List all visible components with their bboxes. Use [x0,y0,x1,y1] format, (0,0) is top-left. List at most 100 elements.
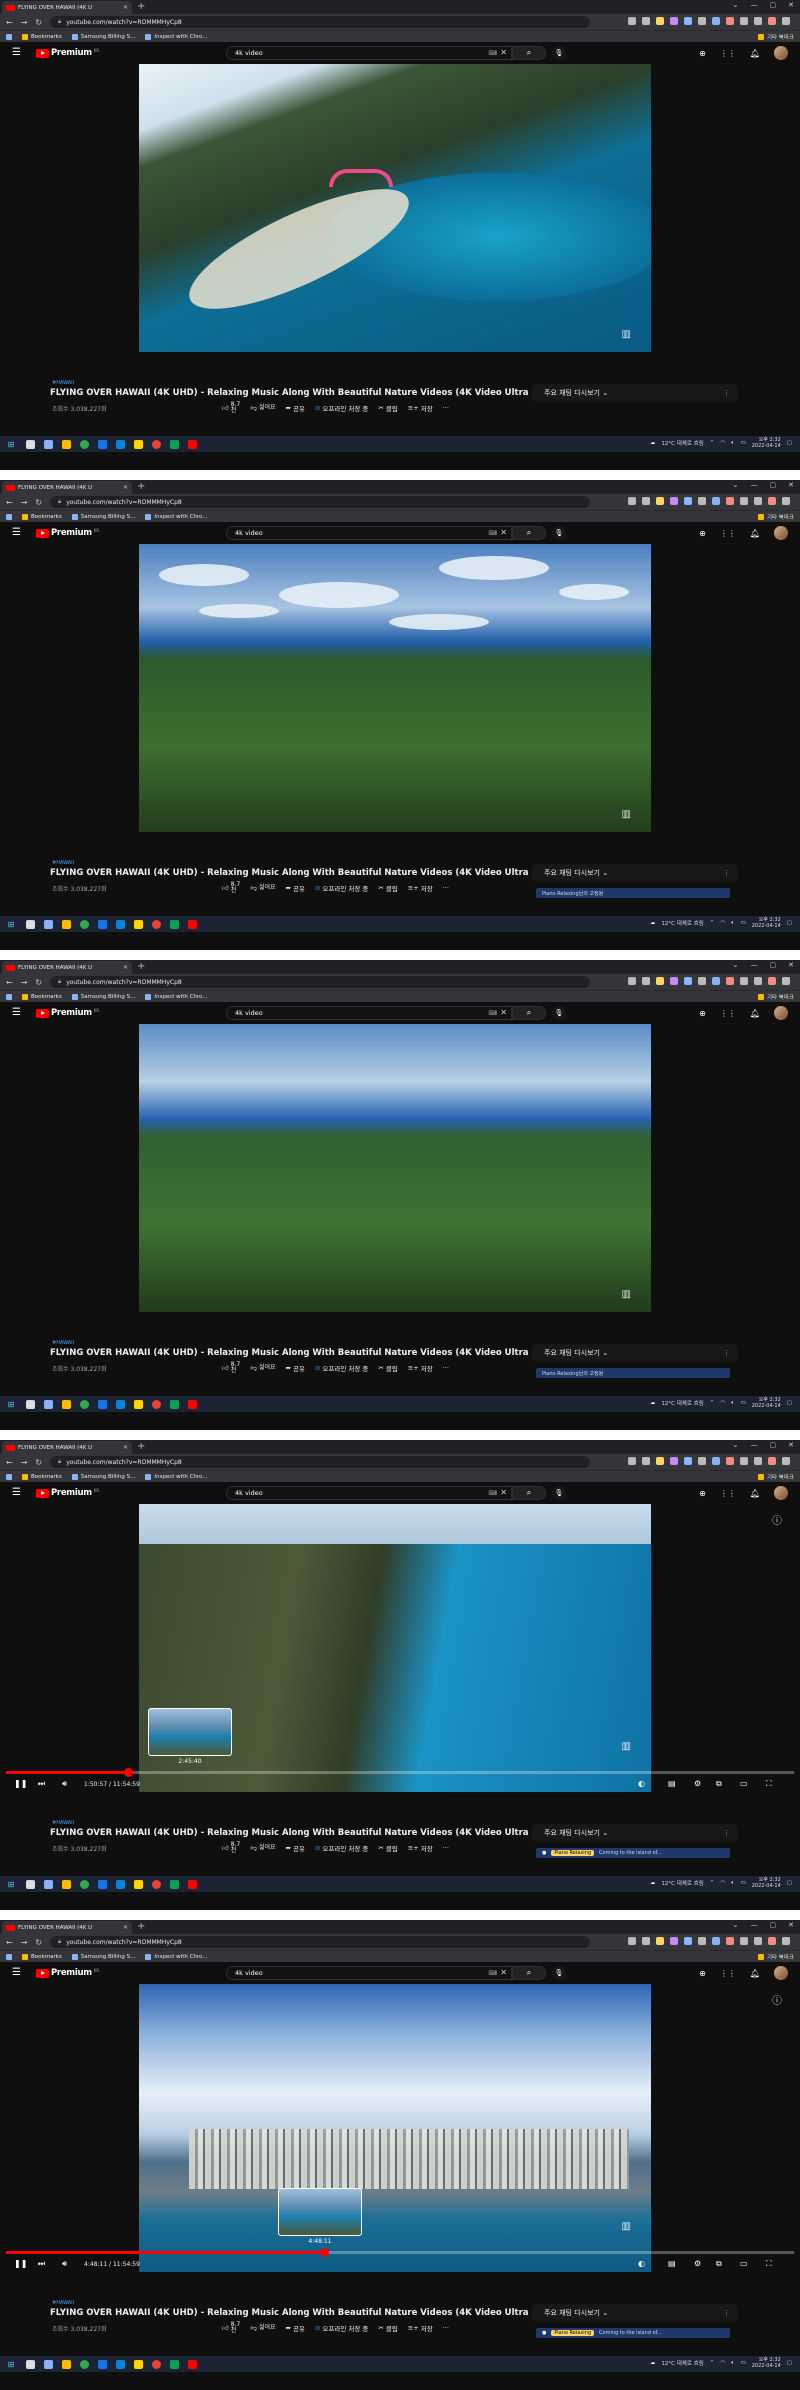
hashtag-link[interactable]: #HAWAII [52,2300,74,2306]
chevron-down-icon[interactable]: ⌄ [733,481,739,489]
create-video-icon[interactable]: ⊕ [699,49,706,58]
new-tab-button[interactable]: + [137,481,145,492]
avatar[interactable] [774,526,788,540]
video-player[interactable]: ▥ [139,1024,651,1312]
shield-icon[interactable] [98,1879,107,1889]
like-button[interactable]: 👍︎ 8.7 천 [222,2322,240,2334]
bookmark-item[interactable]: Samsung Billing S... [71,33,135,40]
extension-icon[interactable] [684,1457,692,1465]
download-button[interactable]: ⊙ 오프라인 저장 중 [315,403,368,413]
tray-chevron-icon[interactable]: ⌃ [710,1880,715,1886]
notifications-bell-icon[interactable]: 🔔︎ [750,49,760,58]
youtube-app-icon[interactable] [188,2359,197,2369]
volume-icon[interactable]: 🔈︎ [731,1880,734,1887]
youtube-logo[interactable]: Premium KR [36,48,99,58]
voice-search-button[interactable]: 🎙︎ [552,1006,566,1020]
back-icon[interactable]: ← [6,1458,13,1467]
share-icon[interactable] [642,1457,650,1465]
forward-icon[interactable]: → [21,1938,28,1947]
vscode-icon[interactable] [116,2359,125,2369]
clip-button[interactable]: ✂ 클립 [378,883,397,893]
bookmark-item[interactable]: Samsung Billing S... [71,993,135,1000]
puzzle-icon[interactable] [740,977,748,985]
back-icon[interactable]: ← [6,978,13,987]
chat-replay-toggle[interactable]: 주요 채팅 다시보기 ⌄ ⋮ [532,1824,738,1842]
windows-start-icon[interactable]: ⊞ [0,2360,22,2369]
bookmark-item[interactable]: Inspect with Chro... [145,1473,208,1480]
avatar[interactable] [774,1966,788,1980]
search-input[interactable]: 4k video ⌨ ✕ [226,526,512,540]
puzzle-icon[interactable] [740,1937,748,1945]
bookmark-item[interactable]: Bookmarks [22,1473,62,1480]
volume-icon[interactable]: 🔈︎ [731,1400,734,1407]
create-video-icon[interactable]: ⊕ [699,1969,706,1978]
keyboard-icon[interactable]: ⌨ [488,530,497,537]
profile-avatar-icon[interactable] [768,977,776,985]
battery-icon[interactable]: ▭ [741,1880,746,1886]
close-tab-icon[interactable]: ✕ [123,4,128,11]
chrome-icon[interactable] [80,2359,89,2369]
file-explorer-icon[interactable] [62,1879,71,1889]
puzzle-icon[interactable] [740,1457,748,1465]
share-button[interactable]: ➦ 공유 [286,883,305,893]
video-player[interactable]: ▥ [139,544,651,832]
menu-dots-icon[interactable] [782,977,790,985]
search-input[interactable]: 4k video ⌨ ✕ [226,1006,512,1020]
like-button[interactable]: 👍︎ 8.7 천 [222,402,240,414]
chevron-down-icon[interactable]: ⌄ [733,1,739,9]
edge-icon[interactable] [44,1399,53,1409]
fullscreen-icon[interactable]: ⛶ [766,2259,772,2269]
new-tab-button[interactable]: + [137,961,145,972]
star-icon[interactable] [656,1937,664,1945]
avatar[interactable] [774,1486,788,1500]
volume-icon[interactable]: 🔈︎ [731,440,734,447]
pinned-chat-message[interactable]: Piano Relaxing님의 고정됨 [536,1368,730,1378]
wifi-icon[interactable]: ◠ [720,1400,725,1406]
clear-search-icon[interactable]: ✕ [500,1488,507,1497]
minimize-button[interactable]: — [751,1441,758,1449]
shield-icon[interactable] [98,439,107,449]
chrome-icon[interactable] [80,919,89,929]
more-actions-button[interactable]: ··· [443,1844,449,1852]
youtube-app-icon[interactable] [188,1879,197,1889]
extension-icon[interactable] [698,17,706,25]
bookmark-item[interactable]: Inspect with Chro... [145,33,208,40]
chrome-canary-icon[interactable] [152,439,161,449]
sheets-icon[interactable] [170,2359,179,2369]
sidebar-icon[interactable] [754,1457,762,1465]
close-tab-icon[interactable]: ✕ [123,964,128,971]
close-tab-icon[interactable]: ✕ [123,1924,128,1931]
progress-bar[interactable] [6,1768,794,1777]
edge-icon[interactable] [44,2359,53,2369]
edge-icon[interactable] [44,439,53,449]
subtitles-icon[interactable]: ▤ [668,2259,676,2268]
extension-icon[interactable] [712,17,720,25]
close-window-button[interactable]: ✕ [788,481,794,489]
extension-icon[interactable] [670,1457,678,1465]
menu-dots-icon[interactable]: ⋮ [723,2309,730,2317]
extension-icon[interactable] [698,1937,706,1945]
extension-icon[interactable] [684,977,692,985]
share-button[interactable]: ➦ 공유 [286,2323,305,2333]
cast-icon[interactable] [628,1937,636,1945]
sidebar-icon[interactable] [754,1937,762,1945]
create-video-icon[interactable]: ⊕ [699,1489,706,1498]
notifications-bell-icon[interactable]: 🔔︎ [750,1969,760,1978]
apps-icon[interactable] [6,993,12,1000]
chrome-icon[interactable] [80,439,89,449]
notifications-bell-icon[interactable]: 🔔︎ [750,1489,760,1498]
file-explorer-icon[interactable] [62,919,71,929]
dislike-button[interactable]: 👎︎ 싫어요 [250,884,275,892]
keyboard-icon[interactable]: ⌨ [488,1970,497,1977]
chevron-down-icon[interactable]: ⌄ [733,1921,739,1929]
pinned-chat-message[interactable]: Piano Relaxing님의 고정됨 [536,888,730,898]
hamburger-menu-icon[interactable]: ☰ [12,1007,21,1018]
volume-icon[interactable]: 🔈︎ [731,2360,734,2367]
chrome-canary-icon[interactable] [152,1399,161,1409]
youtube-app-icon[interactable] [188,1399,197,1409]
maximize-button[interactable]: ▢ [770,481,777,489]
search-icon[interactable] [26,2359,35,2369]
reload-icon[interactable]: ↻ [35,18,42,27]
windows-start-icon[interactable]: ⊞ [0,440,22,449]
close-window-button[interactable]: ✕ [788,961,794,969]
